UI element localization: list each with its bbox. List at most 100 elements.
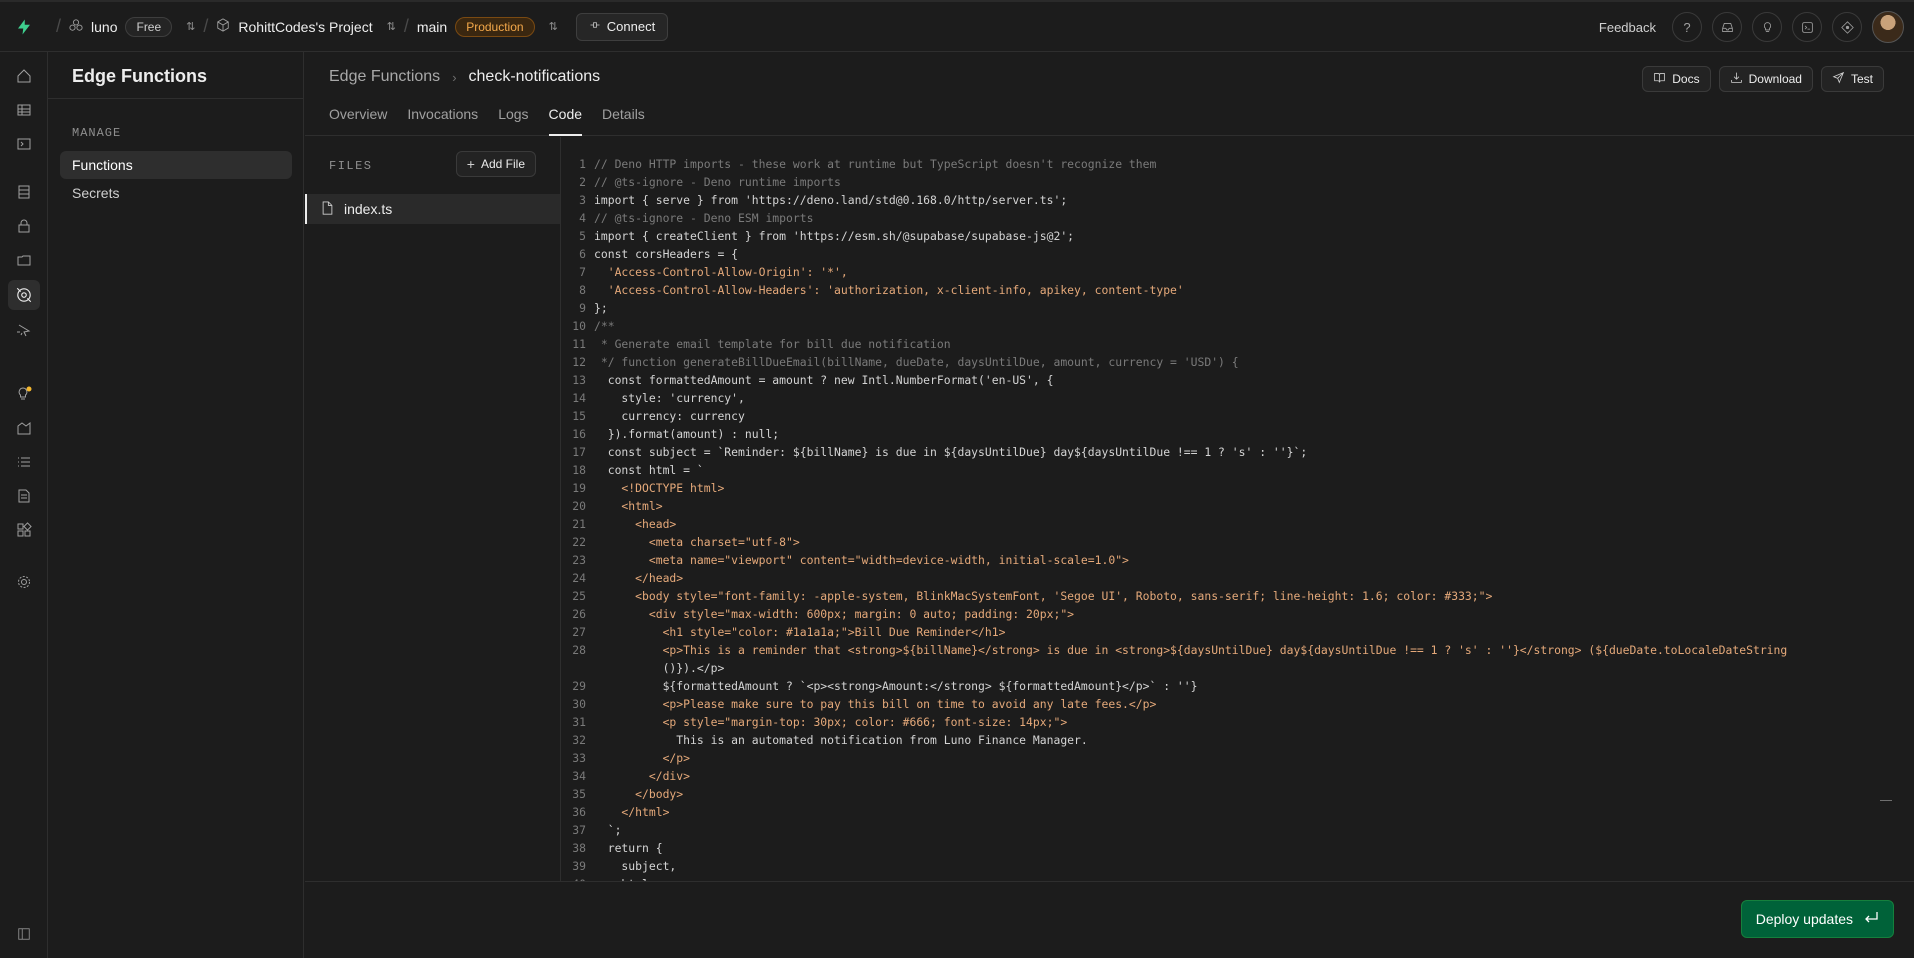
line-text: return { (594, 841, 663, 855)
settings-icon[interactable] (12, 570, 36, 594)
header-actions: Docs Download Test (1642, 66, 1884, 92)
code-line: 19 <!DOCTYPE html> (562, 479, 1787, 497)
line-text: const formattedAmount = amount ? new Int… (594, 373, 1054, 387)
code-line: 37 `; (562, 821, 1787, 839)
book-icon (1653, 71, 1666, 87)
code-line: 3 import { serve } from 'https://deno.lan… (562, 191, 1787, 209)
code-line: 5 import { createClient } from 'https://e… (562, 227, 1787, 245)
line-number (562, 659, 594, 677)
api-docs-icon[interactable] (12, 484, 36, 508)
org-icon (69, 18, 83, 35)
code-line: 30 <p>Please make sure to pay this bill … (562, 695, 1787, 713)
line-number: 1 (579, 157, 586, 171)
docs-button[interactable]: Docs (1642, 66, 1711, 92)
code-line: 24 </head> (562, 569, 1787, 587)
advisors-icon[interactable] (12, 382, 36, 406)
test-button[interactable]: Test (1820, 66, 1884, 92)
line-number: 11 (572, 337, 586, 351)
download-button[interactable]: Download (1718, 66, 1813, 92)
logs-icon[interactable] (12, 450, 36, 474)
lock-icon[interactable] (12, 214, 36, 238)
file-icon (321, 200, 334, 218)
reports-icon[interactable] (12, 416, 36, 440)
code-line: 10 /** (562, 317, 1787, 335)
footer-bar: Deploy updates (305, 881, 1914, 958)
home-icon[interactable] (12, 64, 36, 88)
line-number: 6 (579, 247, 586, 261)
scrollbar-marker[interactable] (1880, 800, 1892, 801)
code-line: 31 <p style="margin-top: 30px; color: #6… (562, 713, 1787, 731)
line-number: 39 (572, 859, 586, 873)
line-number: 37 (572, 823, 586, 837)
breadcrumb-parent[interactable]: Edge Functions (329, 68, 440, 86)
deploy-updates-button[interactable]: Deploy updates (1740, 900, 1894, 938)
storage-icon[interactable] (12, 248, 36, 272)
code-lines: 1 // Deno HTTP imports - these work at ru… (562, 155, 1787, 881)
feedback-button[interactable]: Feedback (1599, 20, 1656, 35)
page-header: Edge Functions › check-notifications Doc… (305, 52, 1914, 136)
line-text: 'Access-Control-Allow-Headers': 'authori… (594, 283, 1184, 297)
code-line: 15 currency: currency (562, 407, 1787, 425)
tab-overview[interactable]: Overview (329, 100, 387, 136)
tab-logs[interactable]: Logs (498, 100, 528, 136)
separator: / (403, 16, 409, 36)
line-number: 5 (579, 229, 586, 243)
avatar[interactable] (1872, 11, 1904, 43)
realtime-icon[interactable] (12, 318, 36, 342)
branch-switcher[interactable]: main Production ⇅ (417, 16, 558, 37)
bulb-icon[interactable] (1752, 12, 1782, 42)
files-label: FILES (329, 159, 373, 173)
chevron-updown-icon[interactable]: ⇅ (387, 20, 396, 33)
code-line: 36 </html> (562, 803, 1787, 821)
line-number: 14 (572, 391, 586, 405)
chevron-updown-icon[interactable]: ⇅ (186, 20, 195, 33)
collapse-icon[interactable] (12, 922, 36, 946)
code-line: ()}).</p> (562, 659, 1787, 677)
connect-button[interactable]: Connect (575, 12, 669, 41)
line-text: <head> (594, 517, 677, 531)
integrations-icon[interactable] (12, 518, 36, 542)
assistant-icon[interactable] (1832, 12, 1862, 42)
terminal-icon[interactable] (1792, 12, 1822, 42)
separator: / (203, 16, 209, 36)
sidebar-item-functions[interactable]: Functions (60, 151, 292, 179)
add-file-button[interactable]: + Add File (455, 151, 536, 177)
line-number: 19 (572, 481, 586, 495)
line-text: import { createClient } from 'https://es… (594, 229, 1075, 243)
code-editor[interactable]: 1 // Deno HTTP imports - these work at ru… (562, 137, 1914, 881)
code-line: 9}; (562, 299, 1787, 317)
table-icon[interactable] (12, 98, 36, 122)
org-switcher[interactable]: luno Free ⇅ (69, 16, 195, 37)
code-line: 8 'Access-Control-Allow-Headers': 'autho… (562, 281, 1787, 299)
code-line: 4 // @ts-ignore - Deno ESM imports (562, 209, 1787, 227)
chevron-updown-icon[interactable]: ⇅ (549, 20, 558, 33)
tab-bar: Overview Invocations Logs Code Details (329, 100, 645, 136)
help-icon[interactable]: ? (1672, 12, 1702, 42)
line-number: 22 (572, 535, 586, 549)
line-number: 2 (579, 175, 586, 189)
tab-code[interactable]: Code (548, 100, 583, 136)
sidebar-item-secrets[interactable]: Secrets (60, 179, 292, 207)
line-number: 27 (572, 625, 586, 639)
database-icon[interactable] (12, 180, 36, 204)
tab-invocations[interactable]: Invocations (407, 100, 478, 136)
edge-functions-icon[interactable] (8, 280, 40, 310)
supabase-logo[interactable] (0, 18, 48, 36)
line-text: // Deno HTTP imports - these work at run… (594, 157, 1157, 171)
line-text: <html> (594, 499, 663, 513)
line-text: This is an automated notification from L… (594, 733, 1088, 747)
code-line: 11 * Generate email template for bill du… (562, 335, 1787, 353)
code-line: 17 const subject = `Reminder: ${billName… (562, 443, 1787, 461)
line-text: <body style="font-family: -apple-system,… (594, 589, 1493, 603)
inbox-icon[interactable] (1712, 12, 1742, 42)
file-item[interactable]: index.ts (305, 194, 560, 224)
code-line: 26 <div style="max-width: 600px; margin:… (562, 605, 1787, 623)
enter-icon (1863, 911, 1879, 928)
sql-icon[interactable] (12, 132, 36, 156)
tab-details[interactable]: Details (602, 100, 645, 136)
code-line: 23 <meta name="viewport" content="width=… (562, 551, 1787, 569)
line-text: const html = ` (594, 463, 704, 477)
project-switcher[interactable]: RohittCodes's Project ⇅ (216, 18, 396, 35)
org-name: luno (91, 18, 118, 35)
line-number: 12 (572, 355, 586, 369)
